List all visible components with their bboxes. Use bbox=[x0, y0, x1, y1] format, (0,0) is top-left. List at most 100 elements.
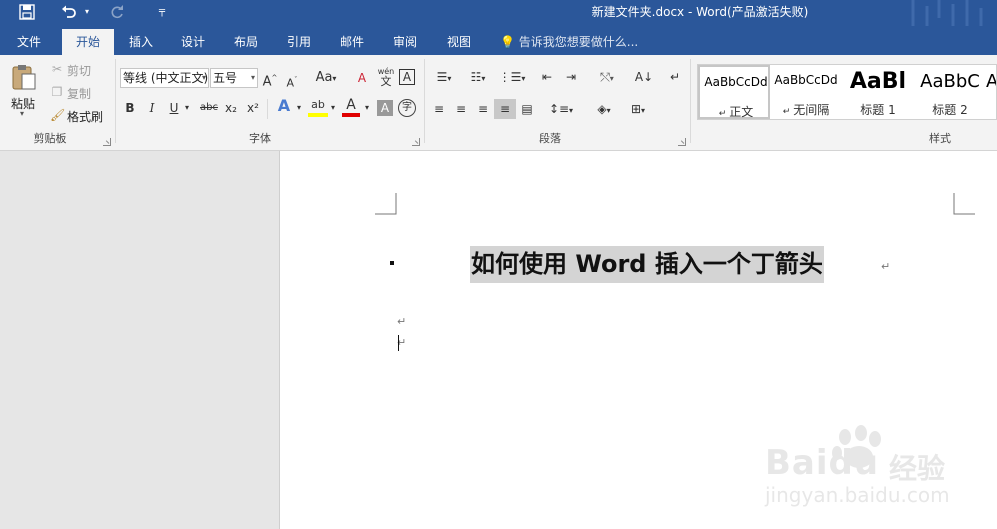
multilevel-list-icon[interactable]: ⋮☰▾ bbox=[498, 69, 526, 87]
copy-button[interactable]: 复制 bbox=[67, 85, 91, 102]
paragraph-group-label: 段落 bbox=[539, 132, 561, 145]
underline-button[interactable]: U bbox=[166, 100, 182, 116]
format-painter-icon[interactable]: 🖌 bbox=[50, 107, 65, 123]
tab-view[interactable]: 视图 bbox=[436, 29, 482, 55]
subscript-button[interactable]: x₂ bbox=[222, 100, 240, 116]
document-heading[interactable]: 如何使用 Word 插入一个丁箭头 bbox=[470, 246, 824, 283]
font-name-value: 等线 (中文正文) bbox=[123, 71, 209, 85]
tab-home[interactable]: 开始 bbox=[62, 29, 114, 55]
style-no-spacing[interactable]: AaBbCcDd ↵ 无间隔 bbox=[770, 65, 842, 119]
font-launcher-icon[interactable] bbox=[412, 138, 420, 146]
ribbon-tabs: 文件 开始 插入 设计 布局 引用 邮件 审阅 视图 💡 告诉我您想要做什么..… bbox=[0, 26, 997, 55]
chevron-down-icon[interactable]: ▾ bbox=[328, 100, 338, 116]
customize-icon[interactable]: ╤ bbox=[152, 0, 172, 24]
numbering-icon[interactable]: ☷▾ bbox=[464, 69, 492, 87]
bullets-icon[interactable]: ☰▾ bbox=[430, 69, 458, 87]
tab-review[interactable]: 审阅 bbox=[382, 29, 428, 55]
text-effects-icon[interactable]: A bbox=[274, 98, 294, 114]
tell-me-search[interactable]: 💡 告诉我您想要做什么... bbox=[500, 29, 638, 55]
tab-design[interactable]: 设计 bbox=[170, 29, 216, 55]
line-spacing-icon[interactable]: ↕≡▾ bbox=[547, 101, 575, 119]
borders-icon[interactable]: ⊞▾ bbox=[624, 101, 652, 119]
font-size-dropdown[interactable]: 五号 ▾ bbox=[210, 68, 258, 88]
bold-button[interactable]: B bbox=[122, 100, 138, 116]
font-color-icon[interactable]: A bbox=[342, 97, 360, 117]
document-title: 新建文件夹.docx - Word(产品激活失败) bbox=[591, 5, 809, 19]
title-pattern-icon bbox=[911, 0, 983, 26]
decrease-indent-icon[interactable]: ⇤ bbox=[538, 69, 556, 85]
italic-button[interactable]: I bbox=[144, 100, 160, 116]
chevron-down-icon[interactable]: ▾ bbox=[362, 100, 372, 116]
sort-icon[interactable]: A↓ bbox=[634, 69, 654, 85]
grow-font-icon[interactable]: A^ bbox=[262, 70, 278, 90]
clipboard-launcher-icon[interactable] bbox=[103, 138, 111, 146]
enclose-characters-icon[interactable]: 字 bbox=[398, 99, 416, 117]
align-center-icon[interactable]: ≡ bbox=[452, 101, 470, 117]
redo-icon[interactable] bbox=[106, 0, 128, 24]
style-name: 标题 1 bbox=[860, 103, 896, 117]
superscript-button[interactable]: x² bbox=[244, 100, 262, 116]
align-left-icon[interactable]: ≡ bbox=[430, 101, 448, 117]
font-size-value: 五号 bbox=[213, 71, 238, 85]
distributed-icon[interactable]: ▤ bbox=[518, 101, 536, 117]
paste-dropdown-icon[interactable]: ▾ bbox=[20, 109, 24, 118]
divider bbox=[267, 99, 268, 119]
align-right-icon[interactable]: ≡ bbox=[474, 101, 492, 117]
strikethrough-button[interactable]: abc bbox=[198, 100, 220, 116]
divider bbox=[115, 59, 116, 143]
divider bbox=[424, 59, 425, 143]
undo-dropdown-icon[interactable]: ▾ bbox=[82, 0, 92, 24]
highlight-color-icon[interactable]: ab bbox=[308, 97, 328, 117]
paste-icon[interactable] bbox=[8, 63, 40, 93]
left-gutter bbox=[0, 151, 280, 529]
character-shading-icon[interactable]: A bbox=[377, 100, 393, 116]
bullet-mark bbox=[390, 261, 394, 265]
style-heading-2[interactable]: AaBbC 标题 2 bbox=[914, 65, 986, 119]
tab-references[interactable]: 引用 bbox=[276, 29, 322, 55]
undo-icon[interactable] bbox=[58, 0, 80, 24]
paragraph-launcher-icon[interactable] bbox=[678, 138, 686, 146]
baidu-brand: Baidu bbox=[765, 443, 880, 483]
copy-icon[interactable]: ❐ bbox=[50, 84, 64, 100]
cut-button[interactable]: 剪切 bbox=[67, 62, 91, 79]
paragraph-shading-icon[interactable]: ◈▾ bbox=[590, 101, 618, 119]
cut-icon[interactable]: ✂ bbox=[50, 61, 64, 77]
tab-insert[interactable]: 插入 bbox=[118, 29, 164, 55]
paragraph-mark: ↵ bbox=[397, 315, 407, 328]
style-normal[interactable]: AaBbCcDd ↵ 正文 bbox=[698, 65, 770, 119]
chinese-layout-icon[interactable]: ⤲▾ bbox=[592, 69, 622, 87]
underline-dropdown-icon[interactable]: ▾ bbox=[182, 100, 192, 116]
clear-formatting-icon[interactable]: A bbox=[353, 70, 371, 86]
lightbulb-icon: 💡 bbox=[500, 35, 515, 49]
style-heading-1[interactable]: AaBl 标题 1 bbox=[842, 65, 914, 119]
font-group-label: 字体 bbox=[249, 132, 271, 145]
chevron-down-icon[interactable]: ▾ bbox=[294, 100, 304, 116]
style-title[interactable]: A bbox=[986, 65, 996, 119]
baidu-url: jingyan.baidu.com bbox=[765, 483, 950, 507]
styles-group-label: 样式 bbox=[929, 132, 951, 145]
format-painter-button[interactable]: 格式刷 bbox=[67, 108, 103, 125]
styles-gallery: AaBbCcDd ↵ 正文 AaBbCcDd ↵ 无间隔 AaBl 标题 1 A… bbox=[697, 64, 997, 120]
character-border-icon[interactable]: A bbox=[399, 69, 415, 85]
chevron-down-icon: ▾ bbox=[201, 73, 206, 82]
shrink-font-icon[interactable]: Aˇ bbox=[284, 72, 300, 92]
tell-me-text: 告诉我您想要做什么... bbox=[518, 35, 639, 49]
baidu-subtitle: 经验 bbox=[889, 452, 946, 485]
tab-file[interactable]: 文件 bbox=[6, 29, 52, 55]
font-name-dropdown[interactable]: 等线 (中文正文) ▾ bbox=[120, 68, 209, 88]
chevron-down-icon: ▾ bbox=[250, 73, 255, 82]
title-bar: ▾ ╤ 新建文件夹.docx - Word(产品激活失败) bbox=[0, 0, 997, 26]
margin-corner-top-left bbox=[375, 193, 397, 215]
phonetic-guide-icon[interactable]: wén 文 bbox=[376, 67, 396, 88]
tab-mailings[interactable]: 邮件 bbox=[329, 29, 375, 55]
show-marks-icon[interactable]: ↵ bbox=[666, 69, 684, 85]
style-name: ↵ 正文 bbox=[718, 105, 754, 119]
baidu-watermark: Baidu 经验 jingyan.baidu.com bbox=[765, 425, 997, 515]
tab-layout[interactable]: 布局 bbox=[223, 29, 269, 55]
increase-indent-icon[interactable]: ⇥ bbox=[562, 69, 580, 85]
save-icon[interactable] bbox=[16, 0, 38, 24]
ribbon-home: 粘贴 ▾ ✂ 剪切 ❐ 复制 🖌 格式刷 剪贴板 等线 (中文正文) ▾ 五号 … bbox=[0, 55, 997, 151]
justify-icon[interactable]: ≡ bbox=[494, 99, 516, 119]
style-name: ↵ 无间隔 bbox=[782, 103, 830, 117]
change-case-icon[interactable]: Aa▾ bbox=[311, 70, 341, 87]
